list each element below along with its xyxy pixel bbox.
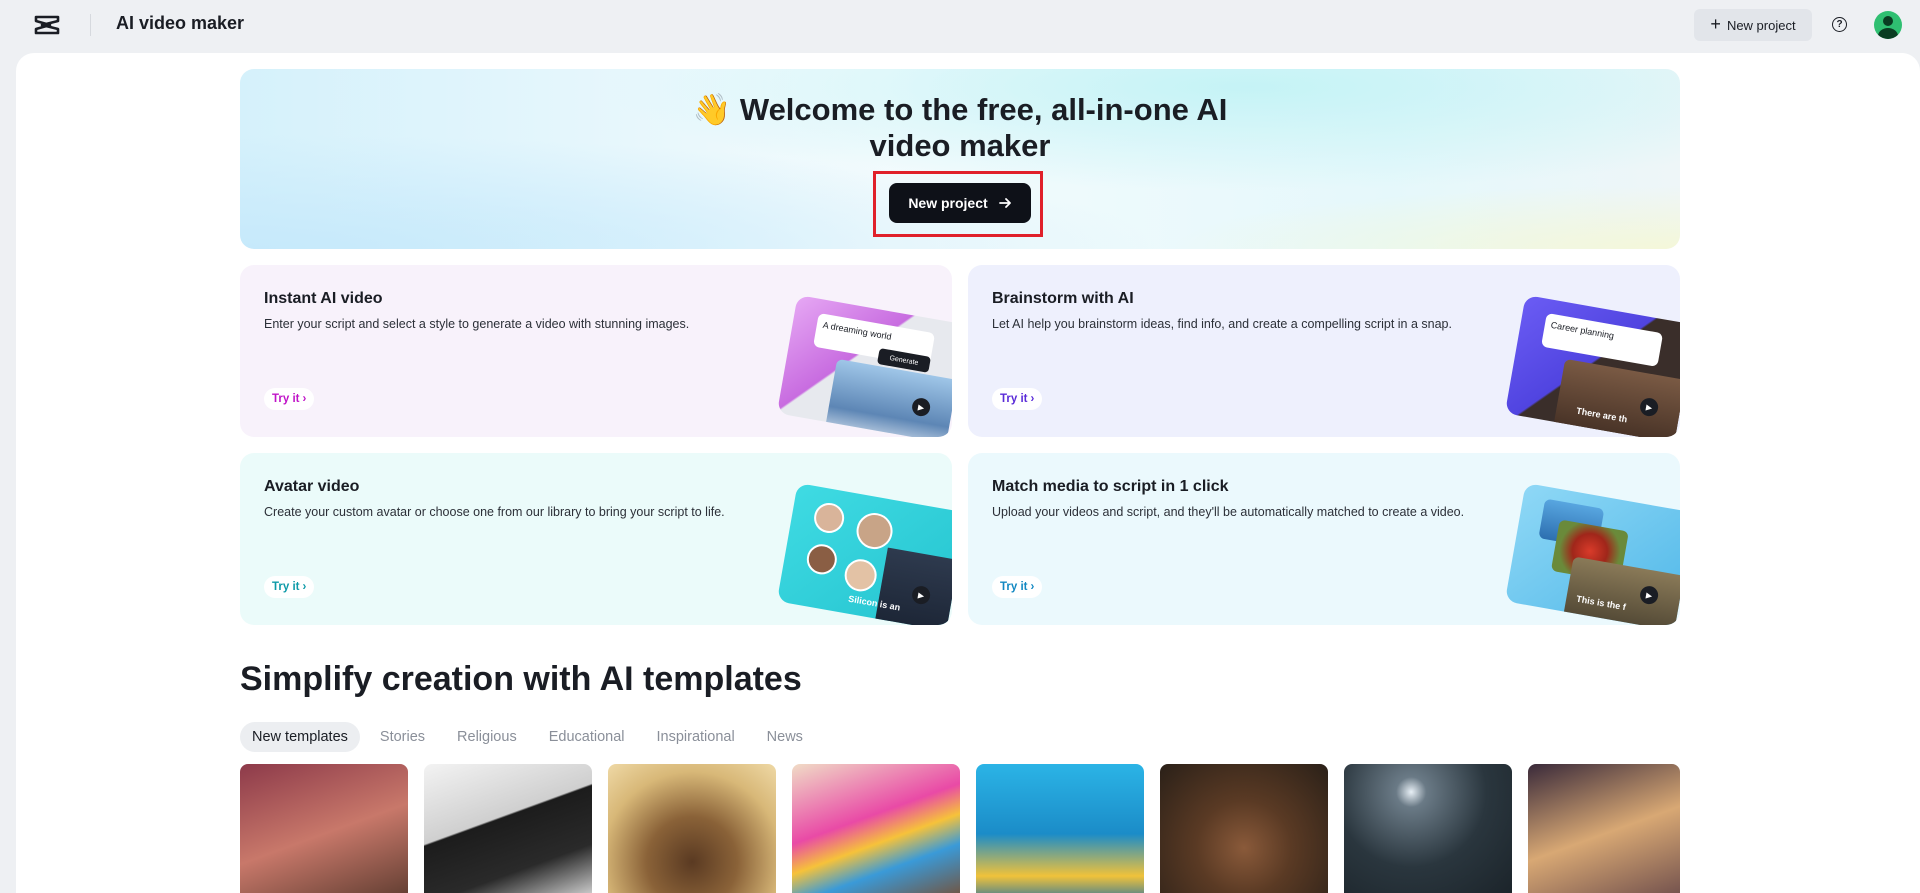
plus-icon: +: [1710, 14, 1721, 34]
card-title: Avatar video: [264, 478, 360, 495]
hero-new-project-button[interactable]: New project: [889, 183, 1031, 223]
card-match-media-to-script[interactable]: Match media to script in 1 click Upload …: [968, 453, 1680, 625]
help-icon[interactable]: ?: [1832, 17, 1847, 32]
avatar-face-4: [842, 556, 880, 594]
top-bar: AI video maker + New project ?: [0, 0, 1920, 50]
person-thumbnail: [1551, 358, 1680, 437]
card-illustration: This is the f ▶: [1504, 482, 1680, 625]
header-divider: [90, 14, 91, 36]
card-description: Let AI help you brainstorm ideas, find i…: [992, 317, 1452, 331]
template-category-tabs: New templates Stories Religious Educatio…: [240, 722, 815, 752]
prompt-note: Career planning: [1541, 312, 1664, 367]
template-thumbnails: [240, 764, 1680, 893]
presenter-thumbnail: [873, 547, 952, 625]
arrow-right-icon: [998, 198, 1011, 208]
template-thumbnail[interactable]: [976, 764, 1144, 893]
template-thumbnail[interactable]: [608, 764, 776, 893]
tab-religious[interactable]: Religious: [445, 722, 529, 752]
template-thumbnail[interactable]: [240, 764, 408, 893]
card-instant-ai-video[interactable]: Instant AI video Enter your script and s…: [240, 265, 952, 437]
try-it-button[interactable]: Try it ›: [992, 576, 1043, 598]
tab-educational[interactable]: Educational: [537, 722, 637, 752]
landscape-thumbnail: [823, 358, 952, 437]
prompt-text: A dreaming world: [822, 319, 893, 342]
card-description: Upload your videos and script, and they'…: [992, 505, 1465, 519]
card-illustration: Career planning There are th ▶: [1504, 294, 1680, 437]
chevron-right-icon: ›: [1030, 393, 1035, 405]
card-avatar-video[interactable]: Avatar video Create your custom avatar o…: [240, 453, 952, 625]
chevron-right-icon: ›: [302, 393, 307, 405]
try-it-button[interactable]: Try it ›: [992, 388, 1043, 410]
card-description: Create your custom avatar or choose one …: [264, 505, 725, 519]
try-it-label: Try it: [272, 581, 300, 593]
chevron-right-icon: ›: [302, 581, 307, 593]
try-it-label: Try it: [1000, 581, 1028, 593]
card-brainstorm-with-ai[interactable]: Brainstorm with AI Let AI help you brain…: [968, 265, 1680, 437]
app-title: AI video maker: [116, 13, 245, 33]
hero-new-project-label: New project: [908, 195, 988, 211]
card-title: Match media to script in 1 click: [992, 478, 1229, 495]
template-thumbnail[interactable]: [424, 764, 592, 893]
avatar-face-2: [853, 510, 896, 552]
capcut-logo-icon[interactable]: [34, 14, 60, 36]
try-it-label: Try it: [272, 393, 300, 405]
card-description: Enter your script and select a style to …: [264, 317, 690, 331]
try-it-button[interactable]: Try it ›: [264, 576, 315, 598]
chevron-right-icon: ›: [1030, 581, 1035, 593]
cactus-thumbnail: [1562, 556, 1680, 625]
avatar-face-3: [804, 541, 840, 577]
header-new-project-button[interactable]: + New project: [1694, 9, 1812, 41]
tab-inspirational[interactable]: Inspirational: [644, 722, 746, 752]
card-title: Brainstorm with AI: [992, 290, 1134, 307]
tab-new-templates[interactable]: New templates: [240, 722, 360, 752]
template-thumbnail[interactable]: [1344, 764, 1512, 893]
tab-news[interactable]: News: [755, 722, 815, 752]
card-title: Instant AI video: [264, 290, 383, 307]
user-avatar[interactable]: [1874, 11, 1902, 39]
template-thumbnail[interactable]: [1528, 764, 1680, 893]
avatar-face-1: [811, 500, 847, 536]
try-it-label: Try it: [1000, 393, 1028, 405]
card-illustration: A dreaming world Generate ▶: [776, 294, 952, 437]
template-thumbnail[interactable]: [792, 764, 960, 893]
try-it-button[interactable]: Try it ›: [264, 388, 315, 410]
prompt-text: Career planning: [1550, 319, 1615, 341]
header-new-project-label: New project: [1726, 17, 1796, 33]
tab-stories[interactable]: Stories: [368, 722, 437, 752]
card-illustration: Silicon is an ▶: [776, 482, 952, 625]
templates-section-title: Simplify creation with AI templates: [240, 660, 802, 698]
hero-title: 👋 Welcome to the free, all-in-one AI vid…: [692, 92, 1228, 163]
template-thumbnail[interactable]: [1160, 764, 1328, 893]
